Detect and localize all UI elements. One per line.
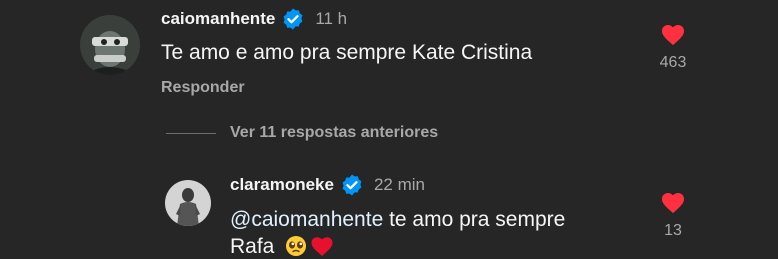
view-previous-replies[interactable]: Ver 11 respostas anteriores	[166, 123, 438, 143]
reply-text-continued: Rafa	[230, 235, 275, 258]
heart-filled-icon[interactable]	[660, 22, 686, 46]
comments-thread: caiomanhente 11 h Te amo e amo pra sempr…	[0, 0, 778, 259]
comment-time: 11 h	[315, 9, 348, 28]
red-heart-emoji	[310, 235, 334, 257]
comment-username[interactable]: caiomanhente	[161, 9, 275, 29]
reply-time: 22 min	[373, 175, 425, 194]
reply-header: claramoneke 22 min	[230, 174, 425, 196]
like-count: 463	[659, 54, 687, 71]
comment-like[interactable]: 463	[655, 22, 691, 72]
like-count: 13	[664, 222, 682, 239]
reply-avatar[interactable]	[165, 180, 211, 226]
reply-username[interactable]: claramoneke	[230, 175, 334, 195]
comment-text: Te amo e amo pra sempre Kate Cristina	[161, 41, 533, 64]
comment-avatar[interactable]	[80, 15, 140, 75]
view-replies-label[interactable]: Ver 11 respostas anteriores	[230, 124, 438, 142]
profile-photo-icon	[165, 180, 211, 226]
replies-divider-line	[166, 132, 216, 134]
reply-like[interactable]: 13	[655, 190, 691, 240]
reply-text: te amo pra sempre	[383, 208, 566, 231]
reply-button[interactable]: Responder	[161, 79, 245, 97]
verified-badge-icon	[340, 173, 364, 197]
comment-header: caiomanhente 11 h	[161, 8, 347, 30]
mention-link[interactable]: @caiomanhente	[230, 208, 383, 231]
verified-badge-icon	[281, 7, 305, 31]
pleading-face-emoji	[285, 235, 307, 257]
reply-text-line1: @caiomanhente te amo pra sempre	[230, 207, 565, 233]
profile-photo-icon	[80, 15, 140, 75]
heart-filled-icon[interactable]	[660, 190, 686, 214]
reply-text-line2: Rafa	[230, 234, 334, 259]
